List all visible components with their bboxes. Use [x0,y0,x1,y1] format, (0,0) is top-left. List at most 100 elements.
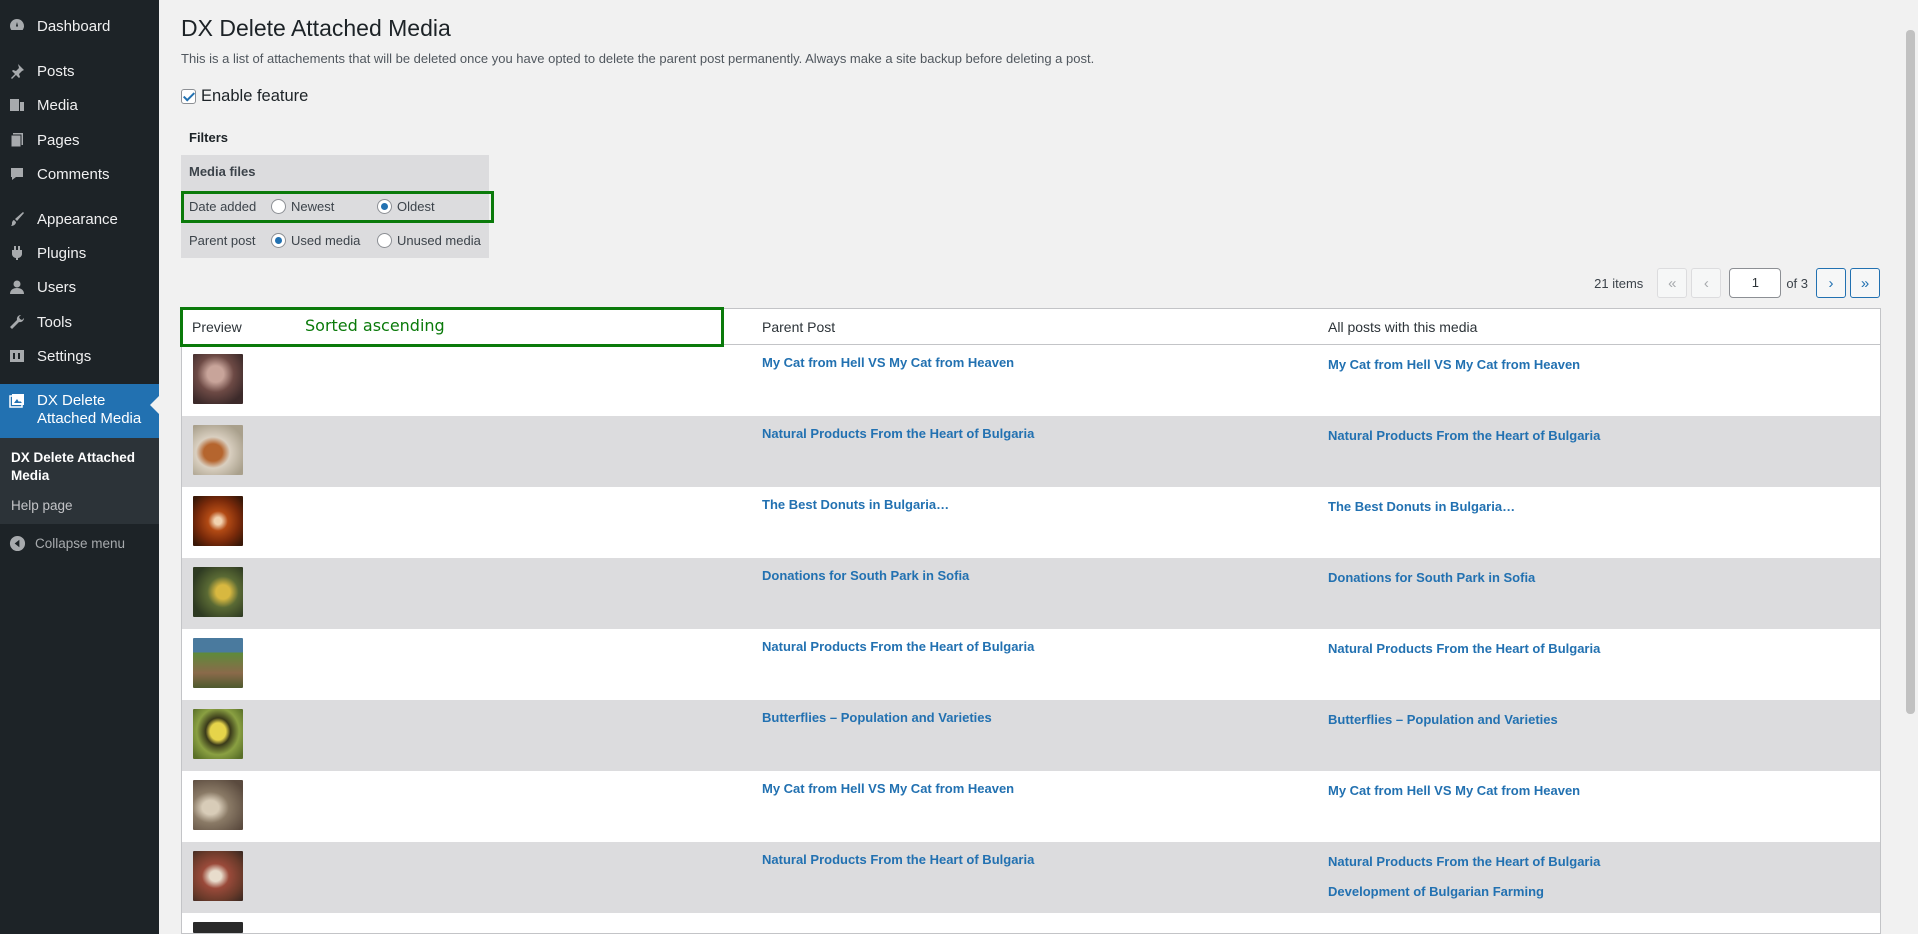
table-row: Natural Products From the Heart of Bulga… [182,629,1880,700]
all-posts-link[interactable]: My Cat from Hell VS My Cat from Heaven [1328,783,1580,798]
pagination: 21 items « ‹ 1 of 3 › » [1594,268,1880,298]
all-posts-link[interactable]: Donations for South Park in Sofia [1328,570,1535,585]
collapse-label: Collapse menu [35,535,126,551]
radio-used-media-dot[interactable] [271,232,286,248]
pages-icon [4,131,30,149]
menu-label: DX Delete Attached Media [37,392,142,427]
park-thumbnail[interactable] [193,567,243,617]
menu-posts[interactable]: Posts [0,54,159,88]
scrollbar[interactable] [1902,0,1918,934]
parent-post-link[interactable]: My Cat from Hell VS My Cat from Heaven [762,781,1014,796]
user-icon [4,278,30,296]
table-row: Butterflies – Population and Varieties B… [182,700,1880,771]
menu-plugins[interactable]: Plugins [0,236,159,270]
radio-unused-media[interactable]: Unused media [377,232,481,248]
farm-thumbnail[interactable] [193,638,243,688]
menu-label: Dashboard [37,17,111,35]
prev-page-button[interactable]: ‹ [1691,268,1722,298]
dashboard-icon [4,17,30,35]
page-title: DX Delete Attached Media [181,15,451,41]
all-posts-link[interactable]: The Best Donuts in Bulgaria… [1328,499,1515,514]
donut-thumbnail[interactable] [193,496,243,546]
submenu-help-page[interactable]: Help page [11,498,73,513]
menu-label: Comments [37,165,110,183]
submenu-dx-delete-attached-media[interactable]: DX Delete Attached Media [11,449,151,485]
menu-label: Settings [37,347,92,365]
enable-feature-label: Enable feature [201,87,309,105]
partial-thumbnail[interactable] [193,922,243,933]
parent-post-link[interactable]: Natural Products From the Heart of Bulga… [762,852,1034,867]
wrench-icon [4,313,30,331]
cat-thumbnail[interactable] [193,354,243,404]
parent-post-link[interactable]: Donations for South Park in Sofia [762,568,969,583]
column-all-posts[interactable]: All posts with this media [1328,319,1477,335]
menu-dashboard[interactable]: Dashboard [0,9,159,43]
radio-unused-media-label: Unused media [397,232,481,248]
menu-tools[interactable]: Tools [0,305,159,339]
radio-used-media-label: Used media [291,232,361,248]
media-table: Preview Parent Post All posts with this … [181,308,1881,934]
parent-post-link[interactable]: The Best Donuts in Bulgaria… [762,497,949,512]
table-row: Natural Products From the Heart of Bulga… [182,416,1880,487]
total-pages: of 3 [1786,275,1808,291]
butterfly-thumbnail[interactable] [193,709,243,759]
sorted-ascending-annotation: Sorted ascending [305,316,445,335]
parent-post-link[interactable]: Butterflies – Population and Varieties [762,710,992,725]
menu-label: Users [37,278,77,296]
comments-icon [4,165,30,183]
menu-dx-delete-attached-media[interactable]: DX Delete Attached Media [0,384,159,438]
first-page-button[interactable]: « [1657,268,1688,298]
all-posts-link[interactable]: Development of Bulgarian Farming [1328,884,1544,899]
all-posts-link[interactable]: Natural Products From the Heart of Bulga… [1328,641,1600,656]
page-description: This is a list of attachements that will… [181,51,1095,66]
parent-post-link[interactable]: Natural Products From the Heart of Bulga… [762,426,1034,441]
last-page-button[interactable]: » [1850,268,1880,298]
annotation-date-highlight [181,191,494,223]
items-count: 21 items [1594,275,1644,291]
filter-head: Media files [189,164,256,179]
all-posts-link[interactable]: Natural Products From the Heart of Bulga… [1328,428,1600,443]
plugin-icon [4,244,30,262]
collapse-icon [4,535,30,552]
table-row: Donations for South Park in Sofia Donati… [182,558,1880,629]
cat-paw-thumbnail[interactable] [193,780,243,830]
scrollbar-thumb[interactable] [1906,30,1915,714]
settings-icon [4,347,30,365]
table-row: The Best Donuts in Bulgaria… The Best Do… [182,487,1880,558]
table-row: My Cat from Hell VS My Cat from Heaven M… [182,345,1880,416]
enable-feature-checkbox[interactable] [181,89,196,104]
submenu: DX Delete Attached Media Help page [0,438,159,524]
filters-title: Filters [189,130,229,145]
menu-appearance[interactable]: Appearance [0,202,159,236]
menu-comments[interactable]: Comments [0,157,159,191]
chickens-thumbnail[interactable] [193,851,243,901]
all-posts-link[interactable]: My Cat from Hell VS My Cat from Heaven [1328,357,1580,372]
admin-sidebar: Dashboard Posts Media Pages Comments App… [0,0,159,934]
table-row [182,913,1880,933]
parent-post-row: Parent post Used media Unused media [181,225,489,255]
menu-label: Pages [37,131,80,149]
radio-unused-media-dot[interactable] [377,232,392,248]
next-page-button[interactable]: › [1816,268,1846,298]
menu-label: Tools [37,313,73,331]
enable-feature-row: Enable feature [181,87,308,106]
menu-pages[interactable]: Pages [0,123,159,157]
parent-post-link[interactable]: Natural Products From the Heart of Bulga… [762,639,1034,654]
current-menu-arrow [150,396,159,414]
annotation-preview-highlight [180,307,724,347]
menu-label: Plugins [37,244,87,262]
current-page-input[interactable]: 1 [1729,268,1782,298]
collapse-menu-button[interactable]: Collapse menu [0,533,159,553]
main-content: DX Delete Attached Media This is a list … [159,0,1902,934]
parent-post-link[interactable]: My Cat from Hell VS My Cat from Heaven [762,355,1014,370]
menu-settings[interactable]: Settings [0,339,159,373]
media-icon [4,96,30,114]
pin-icon [4,62,30,80]
all-posts-link[interactable]: Natural Products From the Heart of Bulga… [1328,854,1600,869]
column-parent-post[interactable]: Parent Post [762,319,835,335]
menu-users[interactable]: Users [0,270,159,304]
all-posts-link[interactable]: Butterflies – Population and Varieties [1328,712,1558,727]
menu-media[interactable]: Media [0,88,159,122]
radio-used-media[interactable]: Used media [271,232,377,248]
hens-thumbnail[interactable] [193,425,243,475]
